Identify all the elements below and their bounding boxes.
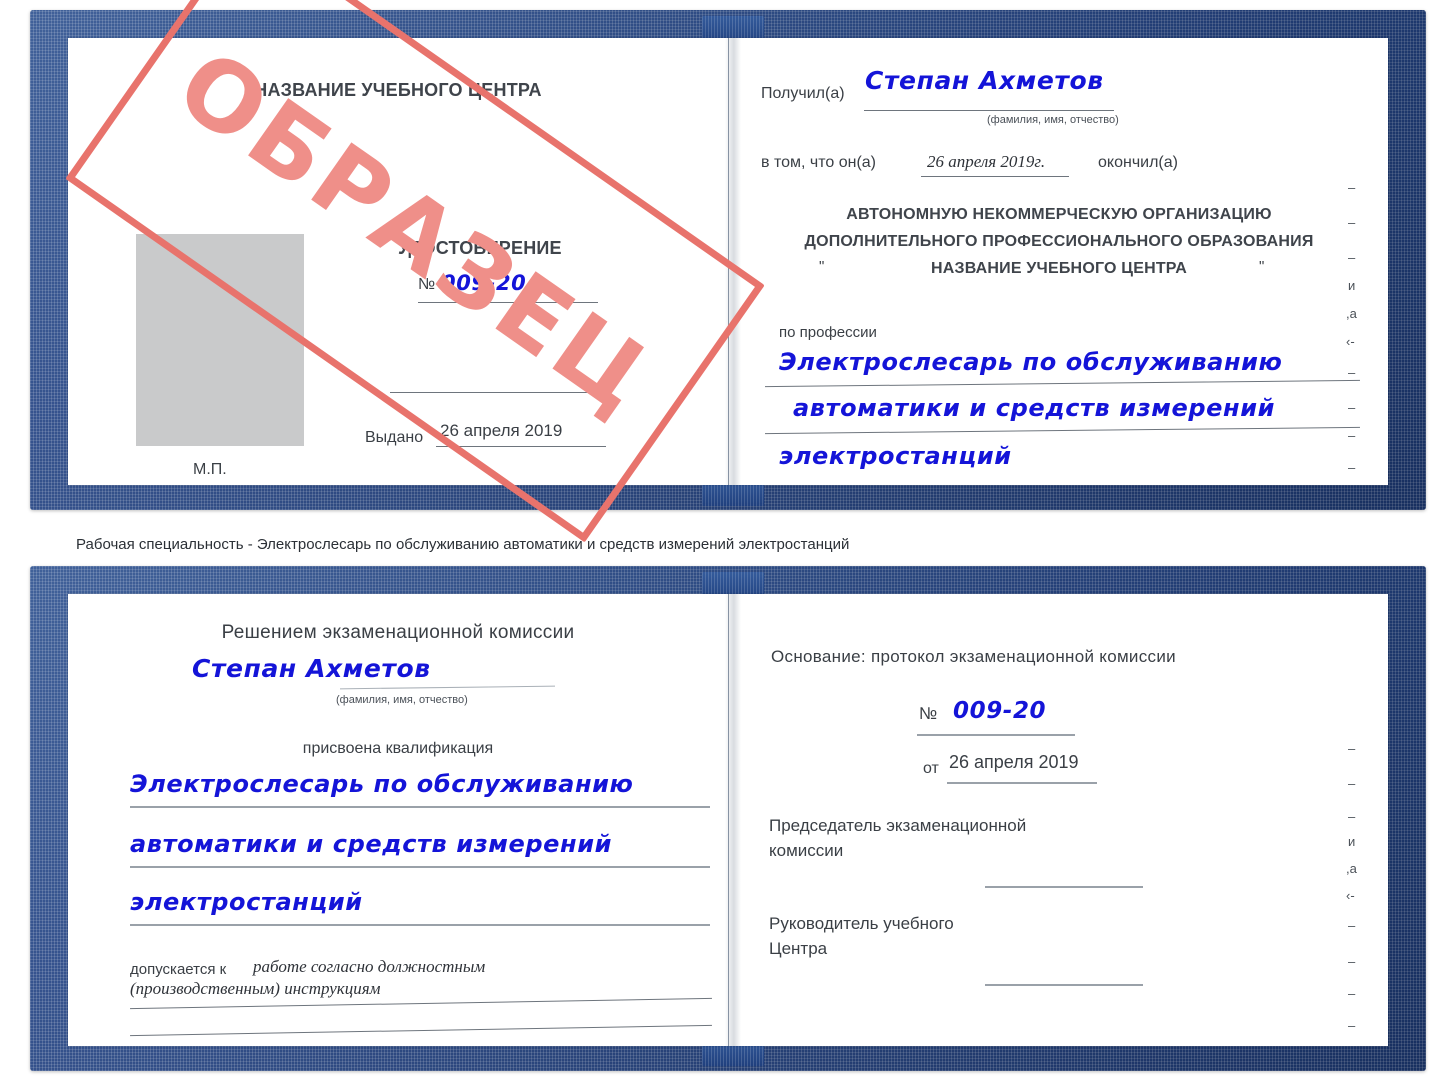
head-line-2: Центра	[769, 939, 828, 958]
qualification-label: присвоена квалификация	[302, 740, 494, 757]
certificate-bottom: Решением экзаменационной комиссии Степан…	[30, 566, 1426, 1071]
qualification-rule-3	[130, 924, 710, 926]
admitted-rule-2	[130, 1024, 712, 1037]
received-label: Получил(а)	[761, 85, 845, 102]
edge-glyph: –	[1348, 809, 1356, 824]
org-line-1: АВТОНОМНУЮ НЕКОММЕРЧЕСКУЮ ОРГАНИЗАЦИЮ	[846, 206, 1272, 223]
image-caption: Рабочая специальность - Электрослесарь п…	[76, 536, 850, 553]
issued-label: Выдано	[365, 429, 424, 446]
received-rule	[864, 110, 1114, 112]
org-line-2: ДОПОЛНИТЕЛЬНОГО ПРОФЕССИОНАЛЬНОГО ОБРАЗО…	[804, 233, 1314, 250]
protocol-number-rule	[917, 734, 1075, 736]
chairman-line-1: Председатель экзаменационной	[769, 816, 1027, 835]
profession-rule-2	[765, 426, 1360, 435]
head-signature-rule	[985, 984, 1143, 986]
photo-placeholder	[136, 234, 304, 446]
edge-glyph: –	[1348, 215, 1356, 230]
edge-glyph: ‹-	[1346, 334, 1355, 349]
qualification-line-2: автоматики и средств измерений	[130, 830, 613, 858]
number-rule	[418, 302, 598, 304]
edge-glyph: ,а	[1346, 306, 1357, 321]
chairman-signature-rule	[985, 886, 1143, 888]
page-top-left: НАЗВАНИЕ УЧЕБНОГО ЦЕНТРА УДОСТОВЕРЕНИЕ №…	[68, 38, 728, 485]
edge-glyph: –	[1348, 776, 1356, 791]
certificate-pages-bottom: Решением экзаменационной комиссии Степан…	[68, 594, 1388, 1046]
edge-glyph: и	[1348, 834, 1356, 849]
issued-date: 26 апреля 2019	[440, 421, 563, 440]
page-bottom-left: Решением экзаменационной комиссии Степан…	[68, 594, 728, 1046]
admitted-label: допускается к	[130, 961, 227, 978]
edge-glyph: ,а	[1346, 861, 1357, 876]
received-name: Степан Ахметов	[865, 66, 1104, 95]
edge-glyph: –	[1348, 460, 1356, 475]
certificate-pages-top: НАЗВАНИЕ УЧЕБНОГО ЦЕНТРА УДОСТОВЕРЕНИЕ №…	[68, 38, 1388, 485]
edge-glyph: –	[1348, 400, 1356, 415]
admitted-value-2: (производственным) инструкциям	[130, 979, 381, 998]
student-name: Степан Ахметов	[192, 654, 431, 683]
edge-glyph: –	[1348, 1018, 1356, 1033]
spine-shadow-bottom	[725, 594, 741, 1046]
issued-rule	[436, 446, 606, 448]
edge-glyph: и	[1348, 278, 1356, 293]
org-title: НАЗВАНИЕ УЧЕБНОГО ЦЕНТРА	[254, 80, 542, 100]
name-hint: (фамилия, имя, отчество)	[336, 694, 468, 706]
number-value: 009-20	[441, 271, 527, 295]
basis-label: Основание: протокол экзаменационной коми…	[771, 647, 1176, 666]
qualification-rule-1	[130, 806, 710, 808]
completion-rule	[921, 176, 1069, 178]
profession-line-2: автоматики и средств измерений	[793, 394, 1276, 422]
edge-glyph: –	[1348, 250, 1356, 265]
edge-glyph: –	[1348, 741, 1356, 756]
protocol-number-value: 009-20	[953, 698, 1047, 724]
certificate-top: НАЗВАНИЕ УЧЕБНОГО ЦЕНТРА УДОСТОВЕРЕНИЕ №…	[30, 10, 1426, 510]
decision-title: Решением экзаменационной комиссии	[221, 622, 575, 643]
head-line-1: Руководитель учебного	[769, 914, 954, 933]
chairman-line-2: комиссии	[769, 841, 844, 860]
page-bottom-right: Основание: протокол экзаменационной коми…	[725, 594, 1388, 1046]
admitted-value-1: работе согласно должностным	[253, 957, 486, 976]
org-quote-close: "	[1259, 258, 1265, 275]
blank-rule-middle	[390, 392, 606, 394]
admitted-rule-1	[130, 997, 712, 1010]
protocol-date-value: 26 апреля 2019	[949, 752, 1079, 772]
org-quote-open: "	[819, 258, 825, 275]
edge-glyph: –	[1348, 986, 1356, 1001]
profession-line-1: Электрослесарь по обслуживанию	[779, 348, 1283, 376]
edge-glyph: –	[1348, 428, 1356, 443]
protocol-date-label: от	[923, 760, 939, 777]
org-line-3: НАЗВАНИЕ УЧЕБНОГО ЦЕНТРА	[930, 260, 1188, 277]
in-that-label: в том, что он(а)	[761, 154, 876, 171]
name-hint: (фамилия, имя, отчество)	[987, 114, 1119, 126]
completion-date: 26 апреля 2019г.	[927, 152, 1046, 171]
qualification-line-3: электростанций	[130, 888, 363, 916]
qualification-line-1: Электрослесарь по обслуживанию	[130, 770, 634, 798]
document-type: УДОСТОВЕРЕНИЕ	[398, 238, 562, 258]
edge-glyph: –	[1348, 180, 1356, 195]
edge-glyph: –	[1348, 954, 1356, 969]
edge-glyph: –	[1348, 365, 1356, 380]
edge-glyph: ‹-	[1346, 888, 1355, 903]
number-label: №	[418, 276, 436, 293]
profession-line-3: электростанций	[779, 442, 1012, 470]
edge-glyph: –	[1348, 918, 1356, 933]
profession-label: по профессии	[779, 324, 877, 341]
page-top-right: Получил(а) Степан Ахметов (фамилия, имя,…	[725, 38, 1388, 485]
name-rule	[340, 685, 555, 690]
spine-shadow-top	[725, 38, 741, 485]
qualification-rule-2	[130, 866, 710, 868]
seal-label: М.П.	[193, 461, 227, 478]
protocol-date-rule	[947, 782, 1097, 784]
protocol-number-label: №	[919, 704, 938, 723]
finished-label: окончил(а)	[1098, 154, 1178, 171]
profession-rule-1	[765, 379, 1360, 388]
